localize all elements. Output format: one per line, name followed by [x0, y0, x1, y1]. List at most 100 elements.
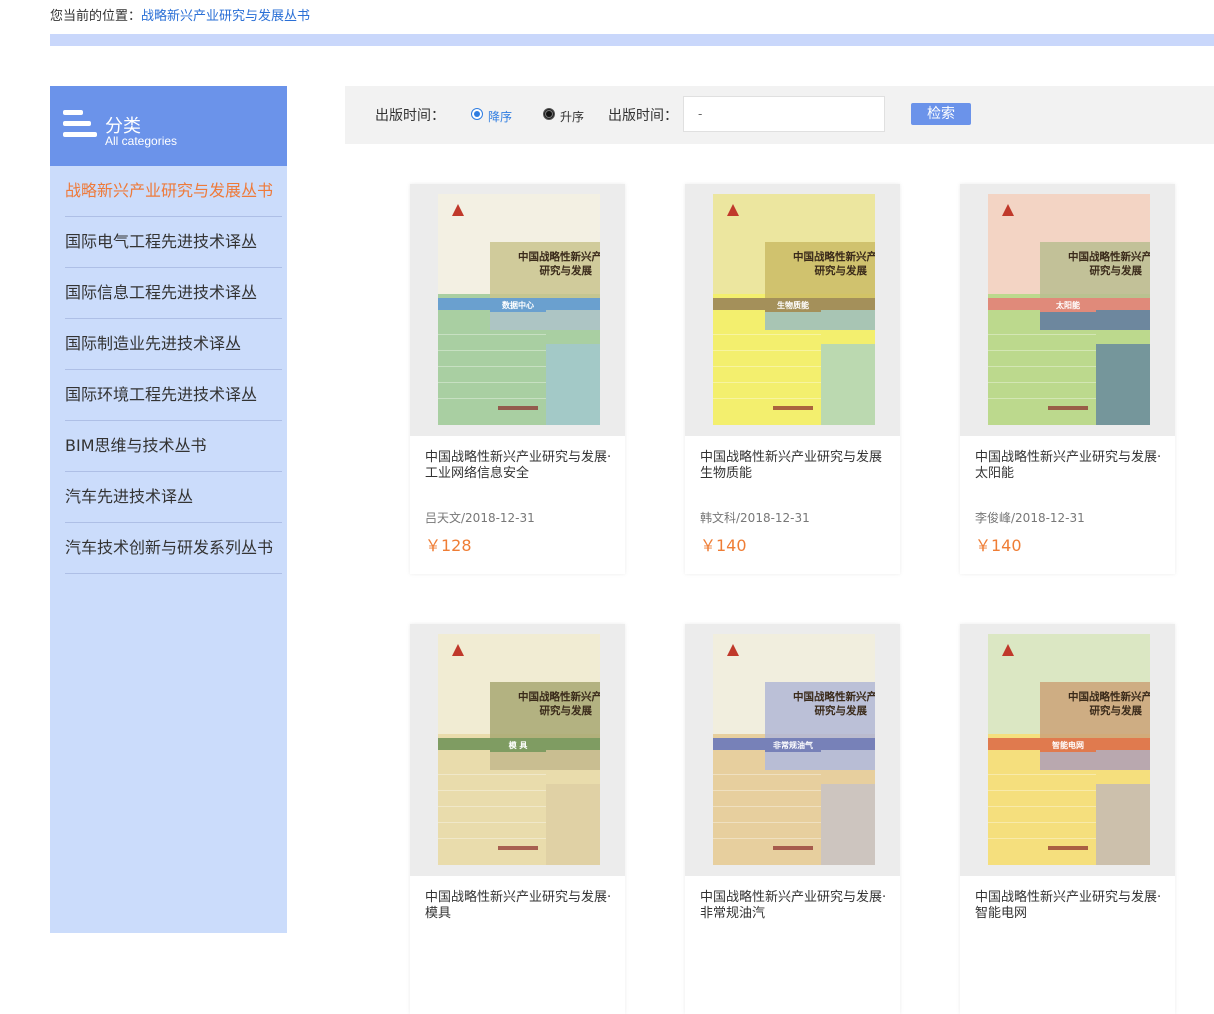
cover-pattern-line — [438, 350, 546, 351]
category-sidebar: 分类 All categories 战略新兴产业研究与发展丛书 国际电气工程先进… — [50, 86, 287, 933]
publish-time-sort-label: 出版时间： — [375, 108, 445, 124]
cover-accent-block — [821, 344, 875, 425]
sidebar-item-automotive-translation[interactable]: 汽车先进技术译丛 — [65, 472, 282, 523]
book-cover-frame: 中国战略性新兴产业研究与发展数据中心 — [410, 184, 625, 436]
cover-accent-strip — [765, 750, 875, 770]
cover-pattern-line — [988, 806, 1096, 807]
cover-pattern-line — [438, 398, 546, 399]
book-cover-frame: 中国战略性新兴产业研究与发展模 具 — [410, 624, 625, 876]
cover-pattern-line — [988, 774, 1096, 775]
cover-publisher-strip — [498, 406, 538, 410]
cover-pattern-line — [713, 790, 821, 791]
book-cover-image[interactable]: 中国战略性新兴产业研究与发展模 具 — [438, 634, 600, 865]
cover-subheading: 研究与发展 — [815, 264, 868, 277]
breadcrumb-current-link[interactable]: 战略新兴产业研究与发展丛书 — [141, 9, 310, 24]
category-list-icon — [63, 110, 97, 148]
book-card[interactable]: 中国战略性新兴产业研究与发展智能电网 中国战略性新兴产业研究与发展·智能电网 — [960, 624, 1175, 1014]
cover-heading: 中国战略性新兴产业 — [1068, 690, 1150, 703]
book-title[interactable]: 中国战略性新兴产业研究与发展 生物质能 — [700, 450, 890, 482]
cover-label: 非常规油气 — [773, 740, 813, 750]
cover-pattern-line — [438, 838, 546, 839]
cover-pattern-line — [988, 382, 1096, 383]
book-cover-image[interactable]: 中国战略性新兴产业研究与发展智能电网 — [988, 634, 1150, 865]
cover-publisher-strip — [1048, 846, 1088, 850]
publish-time-range-label: 出版时间： — [608, 108, 678, 124]
sidebar-item-environmental-engineering[interactable]: 国际环境工程先进技术译丛 — [65, 370, 282, 421]
sort-desc-label[interactable]: 降序 — [488, 108, 512, 125]
cover-accent-strip — [765, 310, 875, 330]
sidebar-item-automotive-innovation[interactable]: 汽车技术创新与研发系列丛书 — [65, 523, 282, 574]
book-cover-frame: 中国战略性新兴产业研究与发展非常规油气 — [685, 624, 900, 876]
breadcrumb: 您当前的位置：战略新兴产业研究与发展丛书 — [50, 5, 310, 24]
sort-desc-radio[interactable] — [471, 108, 483, 120]
cover-pattern-line — [713, 822, 821, 823]
cover-pattern-line — [713, 774, 821, 775]
sidebar-item-strategic-emerging-industries[interactable]: 战略新兴产业研究与发展丛书 — [65, 166, 282, 217]
breadcrumb-prefix: 您当前的位置： — [50, 9, 142, 24]
cover-pattern-line — [713, 350, 821, 351]
sort-asc-radio[interactable] — [543, 108, 555, 120]
book-card[interactable]: 中国战略性新兴产业研究与发展模 具 中国战略性新兴产业研究与发展·模具 — [410, 624, 625, 1014]
filter-bar: 出版时间： 降序 升序 出版时间： - 检索 — [345, 86, 1214, 144]
cover-accent-strip — [490, 310, 600, 330]
sidebar-item-bim[interactable]: BIM思维与技术丛书 — [65, 421, 282, 472]
book-title[interactable]: 中国战略性新兴产业研究与发展· 智能电网 — [975, 890, 1165, 922]
book-cover-image[interactable]: 中国战略性新兴产业研究与发展太阳能 — [988, 194, 1150, 425]
category-list: 战略新兴产业研究与发展丛书 国际电气工程先进技术译丛 国际信息工程先进技术译丛 … — [50, 166, 287, 574]
cover-pattern-line — [438, 382, 546, 383]
book-title[interactable]: 中国战略性新兴产业研究与发展· 太阳能 — [975, 450, 1165, 482]
cover-pattern-line — [438, 366, 546, 367]
cover-label: 模 具 — [509, 740, 528, 750]
cover-heading: 中国战略性新兴产业 — [518, 690, 600, 703]
cover-pattern-line — [438, 822, 546, 823]
book-cover-frame: 中国战略性新兴产业研究与发展太阳能 — [960, 184, 1175, 436]
book-title[interactable]: 中国战略性新兴产业研究与发展· 模具 — [425, 890, 615, 922]
sidebar-item-information-engineering[interactable]: 国际信息工程先进技术译丛 — [65, 268, 282, 319]
book-cover-image[interactable]: 中国战略性新兴产业研究与发展非常规油气 — [713, 634, 875, 865]
cover-publisher-strip — [773, 846, 813, 850]
book-price: ￥140 — [975, 536, 1022, 555]
search-button[interactable]: 检索 — [911, 103, 971, 125]
book-price: ￥128 — [425, 536, 472, 555]
cover-label: 太阳能 — [1055, 300, 1080, 310]
cover-heading: 中国战略性新兴产业 — [793, 690, 875, 703]
publish-time-range-input[interactable]: - — [683, 96, 885, 132]
cover-pattern-line — [438, 790, 546, 791]
sidebar-item-electrical-engineering[interactable]: 国际电气工程先进技术译丛 — [65, 217, 282, 268]
sidebar-item-manufacturing[interactable]: 国际制造业先进技术译丛 — [65, 319, 282, 370]
cover-pattern-line — [713, 382, 821, 383]
cover-heading: 中国战略性新兴产业 — [1068, 250, 1150, 263]
cover-subheading: 研究与发展 — [815, 704, 868, 717]
cover-pattern-line — [713, 398, 821, 399]
cover-pattern-line — [988, 334, 1096, 335]
cover-pattern-line — [713, 334, 821, 335]
cover-pattern-line — [713, 366, 821, 367]
sort-asc-label[interactable]: 升序 — [560, 108, 584, 125]
book-card[interactable]: 中国战略性新兴产业研究与发展数据中心 中国战略性新兴产业研究与发展·工业网络信息… — [410, 184, 625, 574]
book-price: ￥140 — [700, 536, 747, 555]
book-author-date: 吕天文/2018-12-31 — [425, 511, 535, 525]
cover-accent-block — [546, 784, 600, 865]
cover-pattern-line — [713, 806, 821, 807]
cover-pattern-line — [988, 398, 1096, 399]
book-card[interactable]: 中国战略性新兴产业研究与发展非常规油气 中国战略性新兴产业研究与发展·非常规油汽 — [685, 624, 900, 1014]
cover-publisher-strip — [1048, 406, 1088, 410]
cover-label: 智能电网 — [1052, 740, 1084, 750]
book-title[interactable]: 中国战略性新兴产业研究与发展· 工业网络信息安全 — [425, 450, 615, 482]
sidebar-header: 分类 All categories — [50, 86, 287, 166]
cover-subheading: 研究与发展 — [540, 704, 593, 717]
cover-heading: 中国战略性新兴产业 — [518, 250, 600, 263]
book-author-date: 李俊峰/2018-12-31 — [975, 511, 1085, 525]
cover-accent-block — [821, 784, 875, 865]
book-card[interactable]: 中国战略性新兴产业研究与发展太阳能 中国战略性新兴产业研究与发展·太阳能 李俊峰… — [960, 184, 1175, 574]
cover-pattern-line — [713, 838, 821, 839]
breadcrumb-divider-bar — [50, 34, 1214, 46]
book-cover-image[interactable]: 中国战略性新兴产业研究与发展生物质能 — [713, 194, 875, 425]
book-cover-image[interactable]: 中国战略性新兴产业研究与发展数据中心 — [438, 194, 600, 425]
cover-accent-block — [546, 344, 600, 425]
cover-pattern-line — [438, 334, 546, 335]
book-title[interactable]: 中国战略性新兴产业研究与发展· 非常规油汽 — [700, 890, 890, 922]
book-card[interactable]: 中国战略性新兴产业研究与发展生物质能 中国战略性新兴产业研究与发展生物质能 韩文… — [685, 184, 900, 574]
cover-pattern-line — [988, 790, 1096, 791]
cover-accent-block — [1096, 784, 1150, 865]
